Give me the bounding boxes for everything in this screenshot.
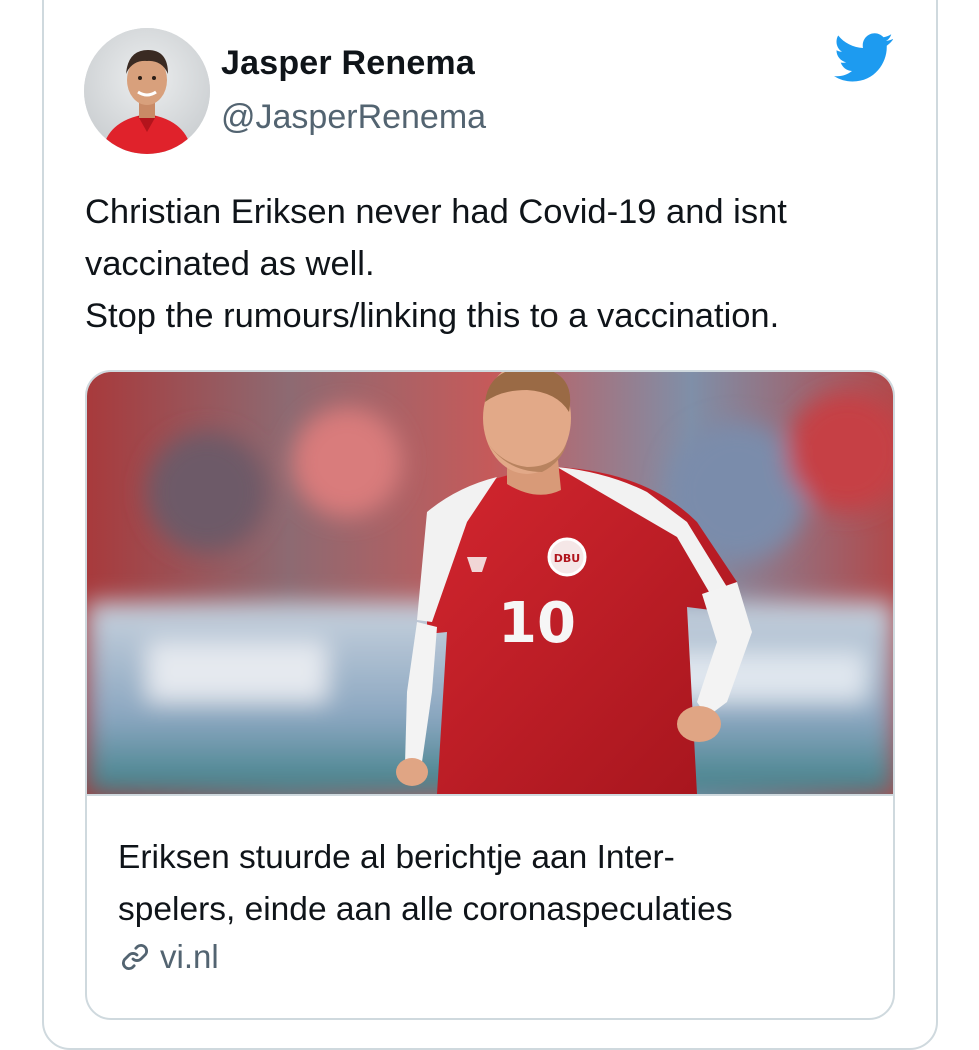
user-avatar-photo (84, 28, 210, 154)
tweet-text-line: Christian Eriksen never had Covid-19 and… (85, 193, 787, 231)
link-preview-card[interactable]: DBU 10 Eriksen stuurde al berichtje aan … (85, 370, 895, 1020)
link-preview-image[interactable]: DBU 10 (87, 372, 893, 796)
tweet-text-line: Stop the rumours/linking this to a vacci… (85, 297, 780, 335)
football-player-photo: DBU 10 (87, 372, 893, 794)
shirt-number: 10 (498, 591, 576, 656)
link-preview-title[interactable]: Eriksen stuurde al berichtje aan Inter- … (118, 832, 878, 936)
link-icon (121, 943, 149, 971)
tweet-text-line: vaccinated as well. (85, 245, 375, 283)
twitter-bird-icon[interactable] (834, 32, 894, 84)
link-title-line: Eriksen stuurde al berichtje aan Inter- (118, 839, 675, 876)
author-avatar[interactable] (84, 28, 210, 154)
author-name[interactable]: Jasper Renema (221, 44, 475, 83)
link-title-line: spelers, einde aan alle coronaspeculatie… (118, 891, 733, 928)
link-preview-domain[interactable]: vi.nl (118, 938, 219, 976)
link-domain-text: vi.nl (160, 938, 219, 975)
author-handle[interactable]: @JasperRenema (221, 98, 486, 137)
tweet-text: Christian Eriksen never had Covid-19 and… (85, 186, 915, 342)
shirt-badge: DBU (554, 552, 580, 565)
